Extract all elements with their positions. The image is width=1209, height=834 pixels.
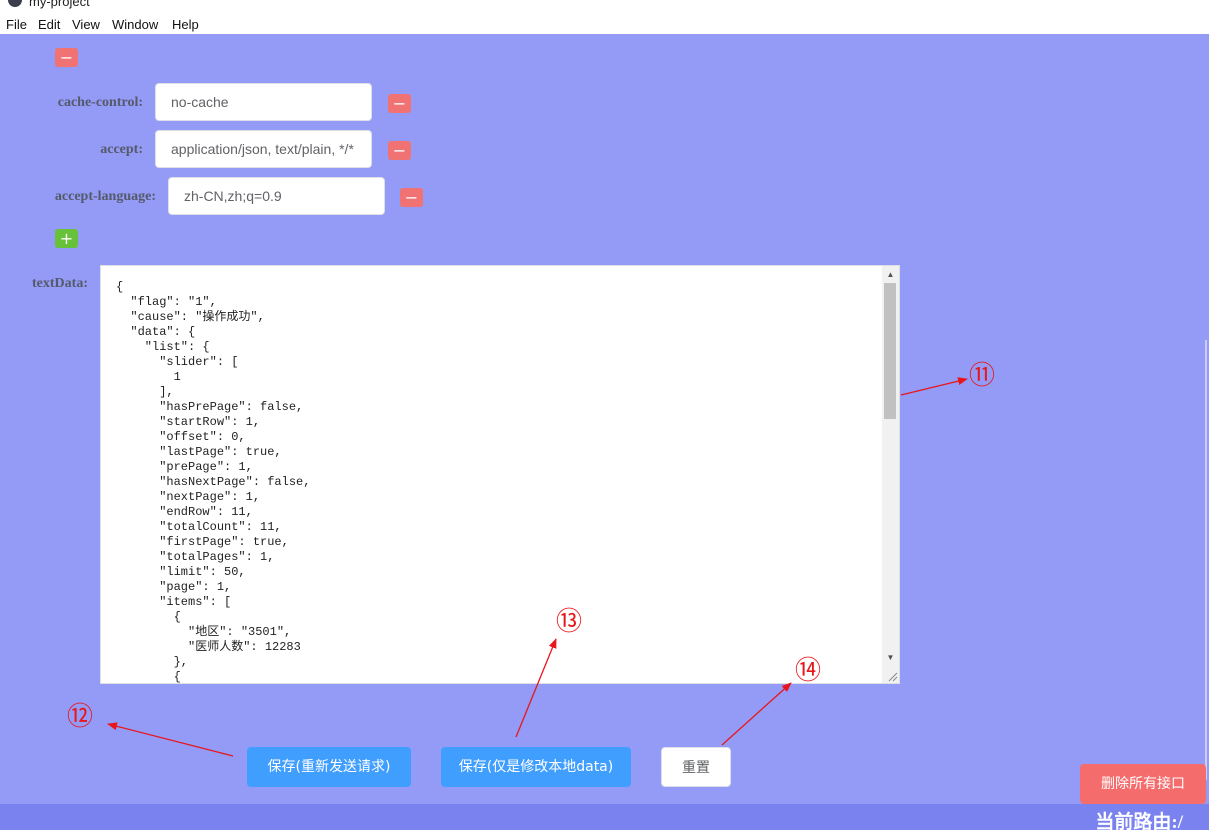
menu-window[interactable]: Window (112, 17, 158, 32)
menu-bar: File Edit View Window Help (0, 14, 1209, 34)
text-data-label: textData: (32, 276, 88, 291)
scroll-down-icon[interactable]: ▼ (882, 649, 899, 666)
header-key-label: accept: (100, 142, 143, 157)
save-local-button[interactable]: 保存(仅是修改本地data) (441, 747, 631, 787)
remove-header-button[interactable]: − (388, 94, 411, 113)
menu-edit[interactable]: Edit (38, 17, 60, 32)
delete-all-button[interactable]: 删除所有接口 (1080, 764, 1206, 804)
remove-header-button[interactable]: − (55, 48, 78, 67)
reset-button[interactable]: 重置 (661, 747, 731, 787)
header-key-label: cache-control: (57, 95, 143, 110)
menu-help[interactable]: Help (172, 17, 199, 32)
header-key-label: accept-language: (54, 189, 156, 204)
remove-header-button[interactable]: − (400, 188, 423, 207)
resize-grip-icon[interactable] (886, 670, 898, 682)
header-value-input[interactable]: application/json, text/plain, */* (155, 130, 372, 168)
add-header-button[interactable]: + (55, 229, 78, 248)
text-data-textarea[interactable]: { "flag": "1", "cause": "操作成功", "data": … (100, 265, 900, 684)
header-value-input[interactable]: zh-CN,zh;q=0.9 (168, 177, 385, 215)
menu-file[interactable]: File (6, 17, 27, 32)
divider (1205, 340, 1207, 780)
text-data-content: { "flag": "1", "cause": "操作成功", "data": … (116, 280, 311, 684)
menu-view[interactable]: View (72, 17, 100, 32)
header-value-input[interactable]: no-cache (155, 83, 372, 121)
save-resend-button[interactable]: 保存(重新发送请求) (247, 747, 411, 787)
app-icon (8, 0, 22, 7)
footer-bar: 当前路由:/ (0, 804, 1209, 833)
scrollbar-thumb[interactable] (884, 283, 896, 419)
title-bar: my-project (0, 0, 1209, 14)
remove-header-button[interactable]: − (388, 141, 411, 160)
window-title: my-project (29, 0, 90, 9)
scroll-up-icon[interactable]: ▲ (882, 266, 899, 283)
vertical-scrollbar[interactable]: ▲ ▼ (882, 266, 899, 683)
